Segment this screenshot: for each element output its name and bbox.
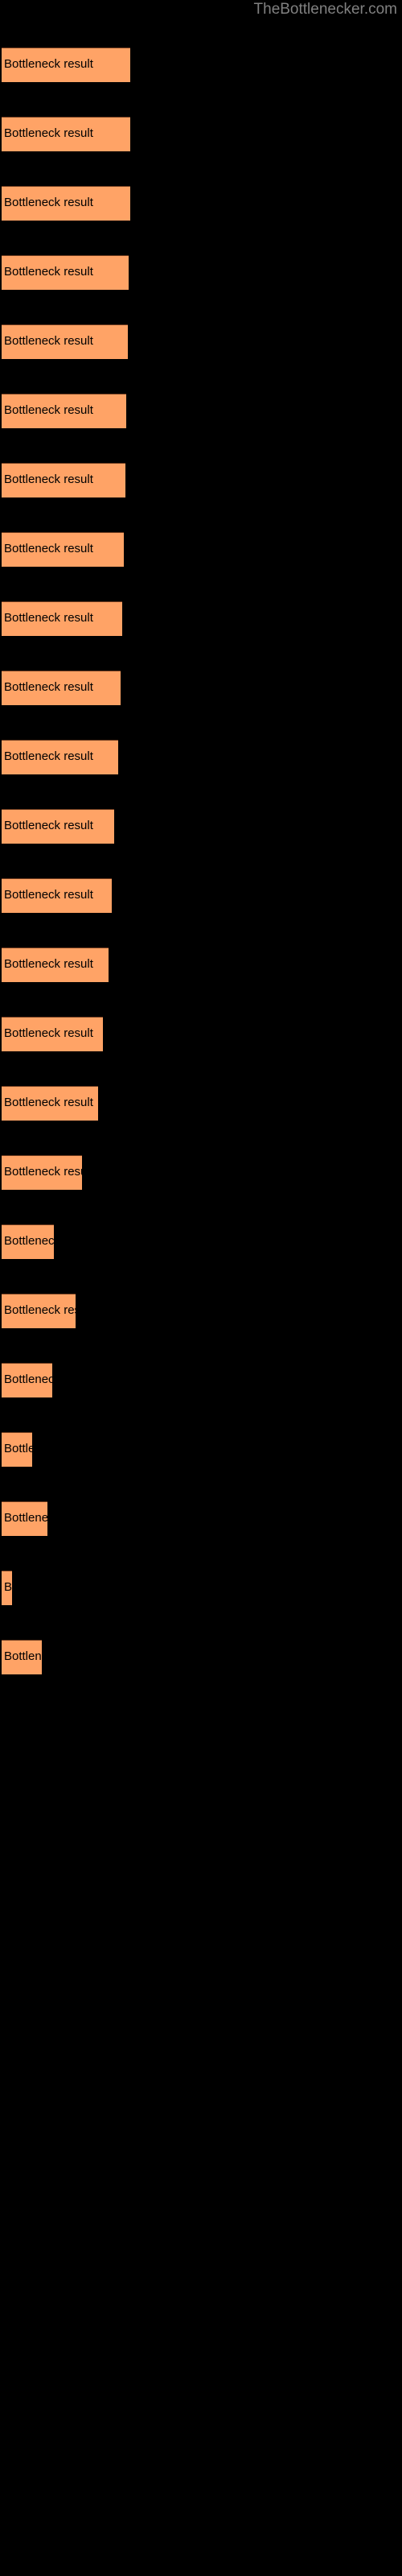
- bar-6[interactable]: Bottleneck result: [2, 394, 126, 428]
- bar-label-5: Bottleneck result: [4, 334, 93, 348]
- bar-label-16: Bottleneck result: [4, 1096, 93, 1109]
- bar-7[interactable]: Bottleneck result: [2, 463, 125, 497]
- bar-14[interactable]: Bottleneck result: [2, 947, 109, 982]
- bar-21[interactable]: Bottleneck result: [2, 1432, 32, 1467]
- bar-label-12: Bottleneck result: [4, 819, 93, 832]
- bar-label-22: Bottleneck result: [4, 1511, 47, 1525]
- bar-9[interactable]: Bottleneck result: [2, 601, 122, 636]
- bar-19[interactable]: Bottleneck result: [2, 1294, 76, 1328]
- bar-label-4: Bottleneck result: [4, 265, 93, 279]
- bar-16[interactable]: Bottleneck result: [2, 1086, 98, 1121]
- bar-label-1: Bottleneck result: [4, 57, 93, 71]
- bar-label-7: Bottleneck result: [4, 473, 93, 486]
- bar-12[interactable]: Bottleneck result: [2, 809, 114, 844]
- bar-15[interactable]: Bottleneck result: [2, 1017, 103, 1051]
- bar-8[interactable]: Bottleneck result: [2, 532, 124, 567]
- bar-label-14: Bottleneck result: [4, 957, 93, 971]
- bar-label-9: Bottleneck result: [4, 611, 93, 625]
- bar-22[interactable]: Bottleneck result: [2, 1501, 47, 1536]
- bar-label-2: Bottleneck result: [4, 126, 93, 140]
- bar-label-17: Bottleneck result: [4, 1165, 82, 1179]
- bar-18[interactable]: Bottleneck result: [2, 1224, 54, 1259]
- bar-11[interactable]: Bottleneck result: [2, 740, 118, 774]
- bar-label-20: Bottleneck result: [4, 1373, 52, 1386]
- bar-label-6: Bottleneck result: [4, 403, 93, 417]
- bottleneck-bar-chart: Bottleneck result Bottleneck result Bott…: [0, 0, 402, 2576]
- bar-5[interactable]: Bottleneck result: [2, 324, 128, 359]
- bar-17[interactable]: Bottleneck result: [2, 1155, 82, 1190]
- bar-3[interactable]: Bottleneck result: [2, 186, 130, 221]
- bar-label-18: Bottleneck result: [4, 1234, 54, 1248]
- bar-20[interactable]: Bottleneck result: [2, 1363, 52, 1397]
- bar-label-15: Bottleneck result: [4, 1026, 93, 1040]
- bar-label-8: Bottleneck result: [4, 542, 93, 555]
- bar-label-19: Bottleneck result: [4, 1303, 76, 1317]
- bar-10[interactable]: Bottleneck result: [2, 671, 121, 705]
- bar-13[interactable]: Bottleneck result: [2, 878, 112, 913]
- bar-23[interactable]: Bottleneck result: [2, 1571, 12, 1605]
- bar-label-23: Bottleneck result: [4, 1580, 12, 1594]
- bar-2[interactable]: Bottleneck result: [2, 117, 130, 151]
- bar-4[interactable]: Bottleneck result: [2, 255, 129, 290]
- bar-label-21: Bottleneck result: [4, 1442, 32, 1455]
- bar-1[interactable]: Bottleneck result: [2, 47, 130, 82]
- bar-label-3: Bottleneck result: [4, 196, 93, 209]
- bar-label-13: Bottleneck result: [4, 888, 93, 902]
- bar-label-11: Bottleneck result: [4, 749, 93, 763]
- bar-label-24: Bottleneck result: [4, 1649, 42, 1663]
- bar-24[interactable]: Bottleneck result: [2, 1640, 42, 1674]
- bar-label-10: Bottleneck result: [4, 680, 93, 694]
